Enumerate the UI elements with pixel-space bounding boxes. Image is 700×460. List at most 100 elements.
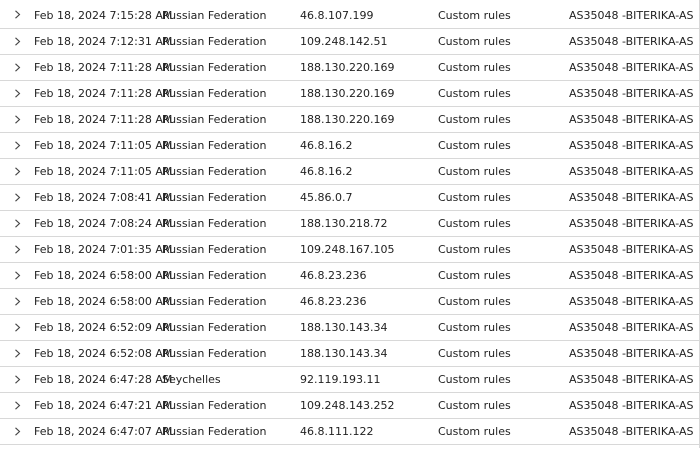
event-asn: AS35048 -BITERIKA-AS	[569, 113, 694, 126]
event-ip-address: 188.130.220.169	[300, 61, 395, 74]
event-rule: Custom rules	[438, 217, 511, 230]
chevron-right-icon[interactable]	[13, 349, 22, 358]
event-rule: Custom rules	[438, 35, 511, 48]
event-rule: Custom rules	[438, 165, 511, 178]
event-ip-address: 109.248.167.105	[300, 243, 395, 256]
table-row[interactable]: Feb 18, 2024 7:08:24 AM Russian Federatio…	[0, 211, 700, 237]
event-ip-address: 46.8.23.236	[300, 295, 367, 308]
table-row[interactable]: Feb 18, 2024 6:47:28 AM Seychelles 92.119.…	[0, 367, 700, 393]
event-country: Russian Federation	[162, 165, 267, 178]
event-rule: Custom rules	[438, 243, 511, 256]
event-timestamp: Feb 18, 2024 6:58:00 AM	[34, 269, 173, 282]
chevron-right-icon[interactable]	[13, 245, 22, 254]
event-timestamp: Feb 18, 2024 6:52:09 AM	[34, 321, 173, 334]
event-rule: Custom rules	[438, 113, 511, 126]
event-ip-address: 109.248.143.252	[300, 399, 395, 412]
event-timestamp: Feb 18, 2024 7:12:31 AM	[34, 35, 173, 48]
event-timestamp: Feb 18, 2024 6:52:08 AM	[34, 347, 173, 360]
event-ip-address: 46.8.23.236	[300, 269, 367, 282]
event-ip-address: 45.86.0.7	[300, 191, 353, 204]
event-asn: AS35048 -BITERIKA-AS	[569, 295, 694, 308]
table-row[interactable]: Feb 18, 2024 6:47:21 AM Russian Federatio…	[0, 393, 700, 419]
event-timestamp: Feb 18, 2024 6:47:21 AM	[34, 399, 173, 412]
event-asn: AS35048 -BITERIKA-AS	[569, 9, 694, 22]
event-timestamp: Feb 18, 2024 7:11:28 AM	[34, 113, 173, 126]
chevron-right-icon[interactable]	[13, 10, 22, 19]
event-country: Russian Federation	[162, 35, 267, 48]
event-asn: AS35048 -BITERIKA-AS	[569, 87, 694, 100]
event-ip-address: 46.8.107.199	[300, 9, 374, 22]
event-country: Russian Federation	[162, 321, 267, 334]
event-asn: AS35048 -BITERIKA-AS	[569, 347, 694, 360]
table-row[interactable]: Feb 18, 2024 7:15:28 AM Russian Federatio…	[0, 0, 700, 29]
event-rule: Custom rules	[438, 295, 511, 308]
table-row[interactable]: Feb 18, 2024 6:52:09 AM Russian Federatio…	[0, 315, 700, 341]
event-timestamp: Feb 18, 2024 7:11:28 AM	[34, 61, 173, 74]
event-asn: AS35048 -BITERIKA-AS	[569, 165, 694, 178]
event-rule: Custom rules	[438, 61, 511, 74]
event-ip-address: 188.130.143.34	[300, 347, 388, 360]
chevron-right-icon[interactable]	[13, 375, 22, 384]
table-row[interactable]: Feb 18, 2024 6:58:00 AM Russian Federatio…	[0, 263, 700, 289]
event-country: Russian Federation	[162, 191, 267, 204]
event-timestamp: Feb 18, 2024 7:08:41 AM	[34, 191, 173, 204]
event-ip-address: 188.130.143.34	[300, 321, 388, 334]
event-country: Russian Federation	[162, 295, 267, 308]
chevron-right-icon[interactable]	[13, 271, 22, 280]
event-country: Russian Federation	[162, 347, 267, 360]
table-row[interactable]: Feb 18, 2024 7:08:41 AM Russian Federatio…	[0, 185, 700, 211]
chevron-right-icon[interactable]	[13, 63, 22, 72]
event-asn: AS35048 -BITERIKA-AS	[569, 399, 694, 412]
event-country: Russian Federation	[162, 243, 267, 256]
table-row[interactable]: Feb 18, 2024 7:11:28 AM Russian Federatio…	[0, 55, 700, 81]
table-row[interactable]: Feb 18, 2024 7:11:05 AM Russian Federatio…	[0, 159, 700, 185]
event-timestamp: Feb 18, 2024 6:58:00 AM	[34, 295, 173, 308]
event-timestamp: Feb 18, 2024 6:47:07 AM	[34, 425, 173, 438]
event-country: Russian Federation	[162, 139, 267, 152]
event-asn: AS35048 -BITERIKA-AS	[569, 373, 694, 386]
chevron-right-icon[interactable]	[13, 89, 22, 98]
chevron-right-icon[interactable]	[13, 167, 22, 176]
table-row[interactable]: Feb 18, 2024 7:11:05 AM Russian Federatio…	[0, 133, 700, 159]
chevron-right-icon[interactable]	[13, 401, 22, 410]
event-rule: Custom rules	[438, 373, 511, 386]
chevron-right-icon[interactable]	[13, 193, 22, 202]
event-ip-address: 109.248.142.51	[300, 35, 388, 48]
event-ip-address: 188.130.218.72	[300, 217, 388, 230]
event-asn: AS35048 -BITERIKA-AS	[569, 191, 694, 204]
chevron-right-icon[interactable]	[13, 219, 22, 228]
event-timestamp: Feb 18, 2024 7:15:28 AM	[34, 9, 173, 22]
firewall-events-table: Feb 18, 2024 7:15:28 AM Russian Federatio…	[0, 0, 700, 445]
table-row[interactable]: Feb 18, 2024 7:11:28 AM Russian Federatio…	[0, 107, 700, 133]
event-rule: Custom rules	[438, 9, 511, 22]
table-row[interactable]: Feb 18, 2024 6:58:00 AM Russian Federatio…	[0, 289, 700, 315]
event-rule: Custom rules	[438, 347, 511, 360]
event-timestamp: Feb 18, 2024 7:11:05 AM	[34, 139, 173, 152]
event-ip-address: 46.8.111.122	[300, 425, 374, 438]
event-ip-address: 188.130.220.169	[300, 87, 395, 100]
event-timestamp: Feb 18, 2024 7:11:05 AM	[34, 165, 173, 178]
table-row[interactable]: Feb 18, 2024 6:52:08 AM Russian Federatio…	[0, 341, 700, 367]
event-ip-address: 46.8.16.2	[300, 165, 353, 178]
event-rule: Custom rules	[438, 425, 511, 438]
chevron-right-icon[interactable]	[13, 37, 22, 46]
chevron-right-icon[interactable]	[13, 297, 22, 306]
event-timestamp: Feb 18, 2024 7:08:24 AM	[34, 217, 173, 230]
chevron-right-icon[interactable]	[13, 323, 22, 332]
event-country: Seychelles	[162, 373, 221, 386]
chevron-right-icon[interactable]	[13, 115, 22, 124]
event-asn: AS35048 -BITERIKA-AS	[569, 35, 694, 48]
table-row[interactable]: Feb 18, 2024 7:01:35 AM Russian Federatio…	[0, 237, 700, 263]
event-ip-address: 46.8.16.2	[300, 139, 353, 152]
event-asn: AS35048 -BITERIKA-AS	[569, 217, 694, 230]
chevron-right-icon[interactable]	[13, 141, 22, 150]
table-row[interactable]: Feb 18, 2024 7:12:31 AM Russian Federatio…	[0, 29, 700, 55]
table-row[interactable]: Feb 18, 2024 6:47:07 AM Russian Federatio…	[0, 419, 700, 445]
event-country: Russian Federation	[162, 87, 267, 100]
table-row[interactable]: Feb 18, 2024 7:11:28 AM Russian Federatio…	[0, 81, 700, 107]
event-rule: Custom rules	[438, 87, 511, 100]
event-rule: Custom rules	[438, 399, 511, 412]
chevron-right-icon[interactable]	[13, 427, 22, 436]
event-rule: Custom rules	[438, 191, 511, 204]
table-bottom-space	[0, 448, 700, 460]
